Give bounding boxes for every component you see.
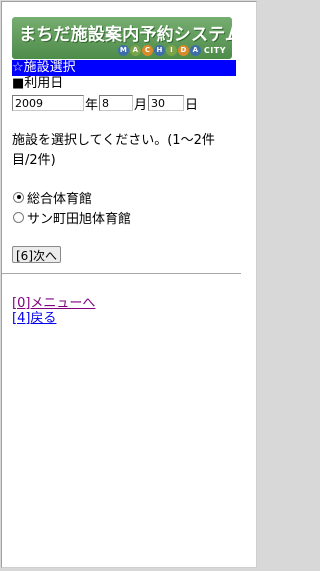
page-content: まちだ施設案内予約システム M A C H I D A CITY ☆施設選択 ■… [2, 17, 241, 326]
radio-button-checked[interactable] [13, 191, 24, 203]
year-unit: 年 [85, 97, 99, 113]
logo-letter: A [129, 44, 141, 56]
instructions: 施設を選択してください。(1～2件 目/2件) [12, 131, 236, 171]
site-logo: まちだ施設案内予約システム M A C H I D A CITY [12, 17, 232, 59]
facility-label: 総合体育館 [27, 191, 93, 207]
month-input[interactable] [99, 95, 134, 111]
facility-radio-group: 総合体育館 サン町田旭体育館 [12, 187, 236, 227]
facility-option-sogo[interactable]: 総合体育館 [12, 187, 236, 207]
page-title: ☆施設選択 [12, 60, 236, 76]
radio-button[interactable] [13, 211, 24, 223]
menu-link[interactable]: [0]メニューへ [12, 296, 236, 311]
date-label: ■利用日 [12, 76, 64, 91]
nav-links: [0]メニューへ [4]戻る [12, 296, 236, 326]
day-input[interactable] [148, 95, 185, 111]
instructions-line-1: 施設を選択してください。(1～2件 [12, 133, 215, 148]
year-input[interactable] [12, 95, 84, 111]
logo-letter: A [189, 44, 201, 56]
logo-letter: D [177, 44, 189, 56]
facility-option-asahi[interactable]: サン町田旭体育館 [12, 207, 236, 227]
day-unit: 日 [185, 97, 199, 113]
logo-letter: H [153, 44, 165, 56]
date-row: 年 月 日 [12, 94, 236, 113]
month-unit: 月 [134, 97, 148, 113]
logo-city-mark: M A C H I D A CITY [117, 44, 226, 56]
instructions-line-2: 目/2件) [12, 153, 56, 168]
back-link[interactable]: [4]戻る [12, 311, 236, 326]
logo-letter: I [165, 44, 177, 56]
logo-title: まちだ施設案内予約システム [19, 25, 232, 45]
logo-city-text: CITY [203, 45, 226, 55]
logo-letter: M [117, 44, 129, 56]
divider [2, 273, 241, 275]
facility-label: サン町田旭体育館 [27, 211, 132, 227]
logo-letter: C [141, 44, 153, 56]
next-button[interactable]: [6]次へ [12, 246, 61, 263]
page-frame: まちだ施設案内予約システム M A C H I D A CITY ☆施設選択 ■… [1, 1, 257, 568]
